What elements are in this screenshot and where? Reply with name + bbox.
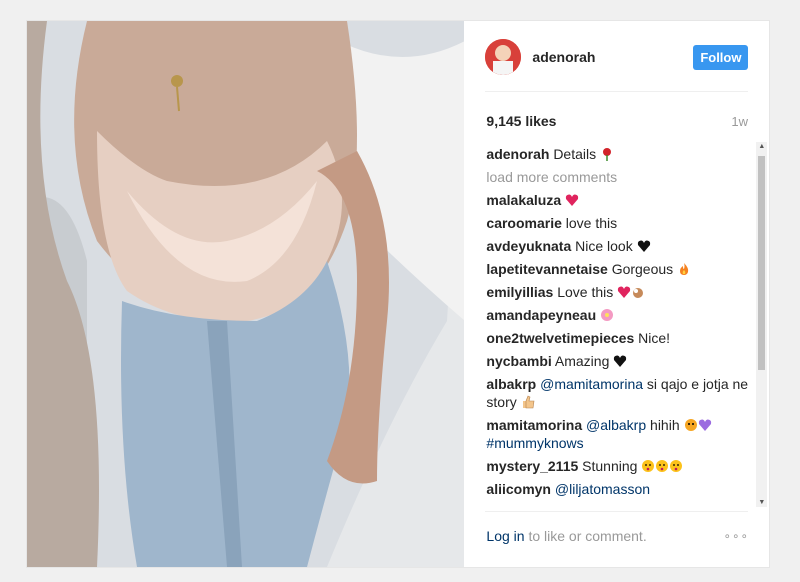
- comment-row: mystery_2115 Stunning: [486, 457, 756, 475]
- comment-row: one2twelvetimepieces Nice!: [486, 329, 756, 347]
- comment-text: Stunning: [582, 458, 638, 474]
- heart-purple-icon: [698, 419, 711, 431]
- load-more-comments[interactable]: load more comments: [486, 168, 756, 186]
- ok-hand-icon: [633, 288, 644, 298]
- kiss-face-icon: [670, 460, 683, 472]
- heart-black-icon: [637, 240, 650, 252]
- comment-text: Nice look: [575, 238, 633, 254]
- follow-button[interactable]: Follow: [693, 45, 749, 70]
- comment-username[interactable]: lapetitevannetaise: [486, 261, 607, 277]
- heart-black-icon: [614, 355, 627, 367]
- fire-icon: [680, 263, 689, 275]
- comment-username[interactable]: mystery_2115: [486, 458, 578, 474]
- login-link[interactable]: Log in: [486, 528, 524, 544]
- comment-text: love this: [565, 215, 618, 231]
- comment-row: amandapeyneau: [486, 306, 756, 324]
- comment-username[interactable]: aliicomyn: [486, 481, 551, 497]
- tiger-icon: [684, 419, 697, 431]
- comment-username[interactable]: avdeyuknata: [486, 238, 571, 254]
- caption-username[interactable]: adenorah: [486, 146, 549, 162]
- comment-username[interactable]: nycbambi: [486, 353, 551, 369]
- comment-username[interactable]: one2twelvetimepieces: [486, 330, 634, 346]
- comment-text: Gorgeous: [611, 261, 674, 277]
- comment-row: mamitamorina @albakrp hihih #mummyknows: [486, 416, 756, 452]
- comment-mention[interactable]: @mamitamorina: [540, 376, 643, 392]
- scroll-up-icon[interactable]: ▲: [758, 143, 765, 150]
- comment-username[interactable]: amandapeyneau: [486, 307, 596, 323]
- post-photo[interactable]: [27, 21, 465, 567]
- comment-username[interactable]: emilyillias: [486, 284, 553, 300]
- login-prompt: Log in to like or comment.: [486, 528, 646, 544]
- header-username[interactable]: adenorah: [532, 49, 595, 65]
- comment-hashtag[interactable]: #mummyknows: [486, 435, 583, 451]
- caption-text: Details: [553, 146, 597, 162]
- login-text: to like or comment.: [524, 528, 647, 544]
- scrollbar-thumb[interactable]: [758, 156, 766, 370]
- caption: adenorah Details: [486, 145, 756, 163]
- comment-row: nycbambi Amazing: [486, 352, 756, 370]
- ellipsis-icon[interactable]: ∘∘∘: [723, 529, 749, 543]
- comment-text: hihih: [650, 417, 680, 433]
- comment-username[interactable]: mamitamorina: [486, 417, 582, 433]
- comment-row: emilyillias Love this: [486, 283, 756, 301]
- post-card: adenorah Follow 9,145 likes 1w adenorah …: [26, 20, 770, 568]
- photo-image: [27, 21, 465, 567]
- post-sidebar: adenorah Follow 9,145 likes 1w adenorah …: [464, 21, 769, 567]
- likes-count[interactable]: 9,145 likes: [486, 113, 556, 129]
- comment-username[interactable]: albakrp: [486, 376, 536, 392]
- comment-row: caroomarie love this: [486, 214, 756, 232]
- comments-scrollbar[interactable]: ▲ ▼: [756, 142, 768, 507]
- flower-icon: [601, 309, 614, 321]
- scroll-down-icon[interactable]: ▼: [758, 499, 765, 506]
- comment-text: Love this: [557, 284, 614, 300]
- comment-mention[interactable]: @liljatomasson: [555, 481, 650, 497]
- comment-row: lapetitevannetaise Gorgeous: [486, 260, 756, 278]
- comment-username[interactable]: caroomarie: [486, 215, 561, 231]
- comment-username[interactable]: malakaluza: [486, 192, 561, 208]
- comment-row: avdeyuknata Nice look: [486, 237, 756, 255]
- comments-list: adenorah Details load more comments mala…: [486, 145, 756, 509]
- comment-text: Nice!: [638, 330, 671, 346]
- comment-row: aliicomyn @liljatomasson: [486, 480, 756, 498]
- thumbs-up-icon: [522, 395, 534, 409]
- header-divider: [485, 91, 749, 92]
- footer-divider: [485, 511, 749, 512]
- rose-icon: [603, 148, 611, 161]
- avatar[interactable]: [485, 39, 522, 75]
- heart-red-icon: [565, 194, 579, 206]
- comment-row: albakrp @mamitamorina si qajo e jotja ne…: [486, 375, 756, 411]
- comment-row: malakaluza: [486, 191, 756, 209]
- avatar-image: [485, 39, 522, 75]
- kiss-face-icon: [656, 460, 669, 472]
- post-age[interactable]: 1w: [731, 114, 748, 129]
- comment-text: Amazing: [554, 353, 610, 369]
- heart-red-icon: [617, 286, 631, 298]
- comment-mention[interactable]: @albakrp: [586, 417, 646, 433]
- kiss-face-icon: [642, 460, 655, 472]
